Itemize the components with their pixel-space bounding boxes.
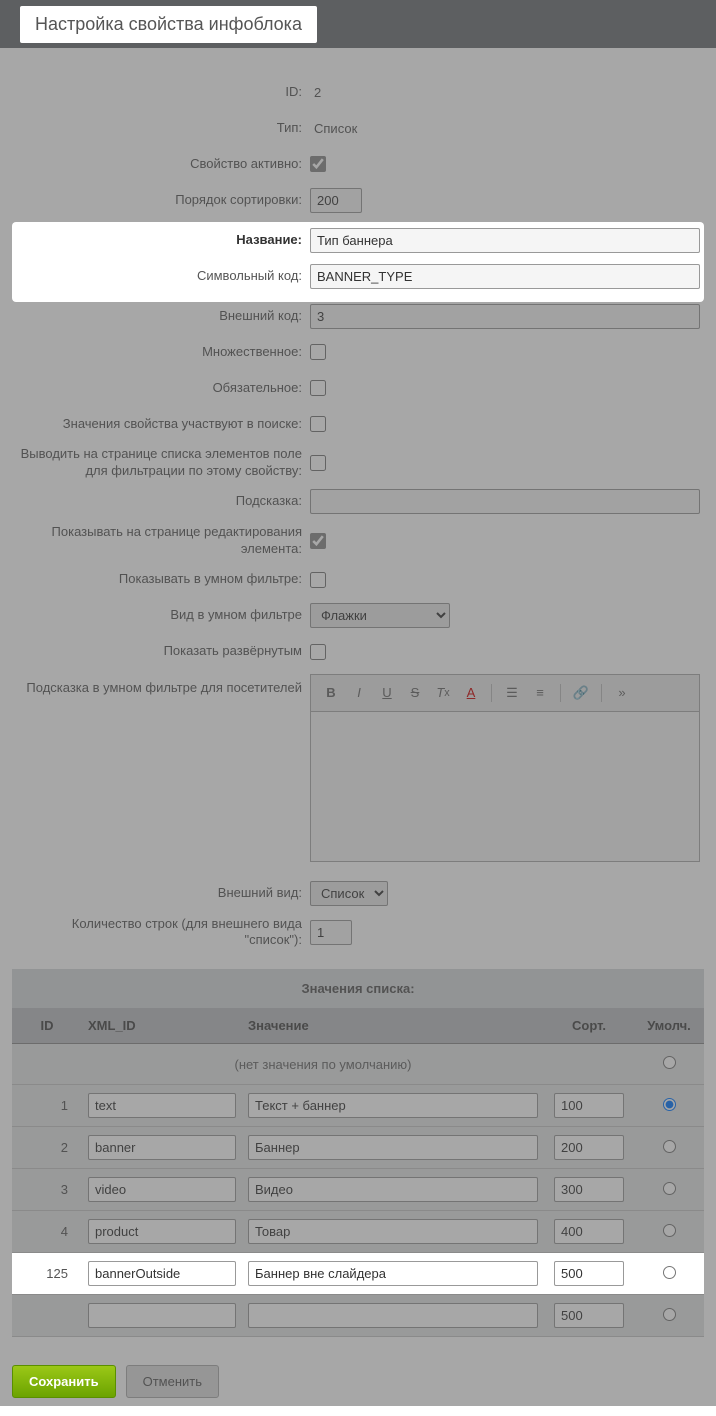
expanded-label: Показать развёрнутым: [12, 643, 310, 660]
row-id: 3: [12, 1169, 82, 1211]
multiple-label: Множественное:: [12, 344, 310, 361]
row-id: [12, 1295, 82, 1337]
table-row: 1: [12, 1085, 704, 1127]
th-sort: Сорт.: [544, 1008, 634, 1044]
strike-icon[interactable]: S: [403, 681, 427, 705]
th-value: Значение: [242, 1008, 544, 1044]
filtrable-checkbox[interactable]: [310, 455, 326, 471]
row-value-input[interactable]: [248, 1135, 538, 1160]
save-button[interactable]: Сохранить: [12, 1365, 116, 1398]
appearance-label: Внешний вид:: [12, 885, 310, 902]
xmlid-label: Внешний код:: [12, 308, 310, 325]
name-input[interactable]: [310, 228, 700, 253]
row-value-input[interactable]: [248, 1219, 538, 1244]
editor-body[interactable]: [310, 712, 700, 862]
show-edit-checkbox[interactable]: [310, 533, 326, 549]
searchable-label: Значения свойства участвуют в поиске:: [12, 416, 310, 433]
row-xmlid-input[interactable]: [88, 1093, 236, 1118]
active-checkbox[interactable]: [310, 156, 326, 172]
row-default-radio[interactable]: [663, 1182, 676, 1195]
rows-input[interactable]: [310, 920, 352, 945]
smart-filter-label: Показывать в умном фильтре:: [12, 571, 310, 588]
row-default-radio[interactable]: [663, 1266, 676, 1279]
clear-format-icon[interactable]: Tx: [431, 681, 455, 705]
table-row: 125: [12, 1253, 704, 1295]
smart-filter-view-label: Вид в умном фильтре: [12, 607, 310, 624]
ol-icon[interactable]: ☰: [500, 681, 524, 705]
searchable-checkbox[interactable]: [310, 416, 326, 432]
code-label: Символьный код:: [12, 268, 310, 285]
row-default-radio[interactable]: [663, 1098, 676, 1111]
dialog-title: Настройка свойства инфоблока: [20, 6, 317, 43]
appearance-select[interactable]: Список: [310, 881, 388, 906]
filter-hint-label: Подсказка в умном фильтре для посетителе…: [12, 674, 310, 697]
row-id: 2: [12, 1127, 82, 1169]
row-value-input[interactable]: [248, 1177, 538, 1202]
row-id: 4: [12, 1211, 82, 1253]
row-default-radio[interactable]: [663, 1308, 676, 1321]
type-label: Тип:: [12, 120, 310, 137]
smart-filter-view-select[interactable]: Флажки: [310, 603, 450, 628]
row-sort-input[interactable]: [554, 1093, 624, 1118]
filtrable-label: Выводить на странице списка элементов по…: [12, 446, 310, 480]
no-default-row: (нет значения по умолчанию): [12, 1044, 704, 1085]
id-label: ID:: [12, 84, 310, 101]
hint-input[interactable]: [310, 489, 700, 514]
name-label: Название:: [12, 232, 310, 249]
row-value-input[interactable]: [248, 1093, 538, 1118]
bold-icon[interactable]: B: [319, 681, 343, 705]
show-edit-label: Показывать на странице редактирования эл…: [12, 524, 310, 558]
row-value-input[interactable]: [248, 1261, 538, 1286]
xmlid-input[interactable]: [310, 304, 700, 329]
row-sort-input[interactable]: [554, 1219, 624, 1244]
row-sort-input[interactable]: [554, 1177, 624, 1202]
row-xmlid-input[interactable]: [88, 1303, 236, 1328]
more-icon[interactable]: »: [610, 681, 634, 705]
required-label: Обязательное:: [12, 380, 310, 397]
editor-toolbar: B I U S Tx A ☰ ≡ 🔗 »: [310, 674, 700, 712]
active-label: Свойство активно:: [12, 156, 310, 173]
row-id: 125: [12, 1253, 82, 1295]
row-sort-input[interactable]: [554, 1135, 624, 1160]
list-values-header: Значения списка:: [12, 969, 704, 1008]
type-value: Список: [310, 121, 357, 136]
cancel-button[interactable]: Отменить: [126, 1365, 219, 1398]
required-checkbox[interactable]: [310, 380, 326, 396]
th-id: ID: [12, 1008, 82, 1044]
list-values-table: ID XML_ID Значение Сорт. Умолч. (нет зна…: [12, 1008, 704, 1337]
row-xmlid-input[interactable]: [88, 1219, 236, 1244]
expanded-checkbox[interactable]: [310, 644, 326, 660]
table-row: 3: [12, 1169, 704, 1211]
font-color-icon[interactable]: A: [459, 681, 483, 705]
default-radio-none[interactable]: [663, 1056, 676, 1069]
hint-label: Подсказка:: [12, 493, 310, 510]
underline-icon[interactable]: U: [375, 681, 399, 705]
table-row: [12, 1295, 704, 1337]
row-xmlid-input[interactable]: [88, 1177, 236, 1202]
multiple-checkbox[interactable]: [310, 344, 326, 360]
row-sort-input[interactable]: [554, 1261, 624, 1286]
row-default-radio[interactable]: [663, 1140, 676, 1153]
sort-input[interactable]: [310, 188, 362, 213]
row-xmlid-input[interactable]: [88, 1135, 236, 1160]
table-row: 2: [12, 1127, 704, 1169]
code-input[interactable]: [310, 264, 700, 289]
link-icon[interactable]: 🔗: [569, 681, 593, 705]
sort-label: Порядок сортировки:: [12, 192, 310, 209]
row-default-radio[interactable]: [663, 1224, 676, 1237]
rows-label: Количество строк (для внешнего вида "спи…: [12, 916, 310, 950]
italic-icon[interactable]: I: [347, 681, 371, 705]
row-sort-input[interactable]: [554, 1303, 624, 1328]
th-default: Умолч.: [634, 1008, 704, 1044]
row-id: 1: [12, 1085, 82, 1127]
smart-filter-checkbox[interactable]: [310, 572, 326, 588]
id-value: 2: [310, 85, 321, 100]
table-row: 4: [12, 1211, 704, 1253]
row-value-input[interactable]: [248, 1303, 538, 1328]
ul-icon[interactable]: ≡: [528, 681, 552, 705]
th-xmlid: XML_ID: [82, 1008, 242, 1044]
row-xmlid-input[interactable]: [88, 1261, 236, 1286]
